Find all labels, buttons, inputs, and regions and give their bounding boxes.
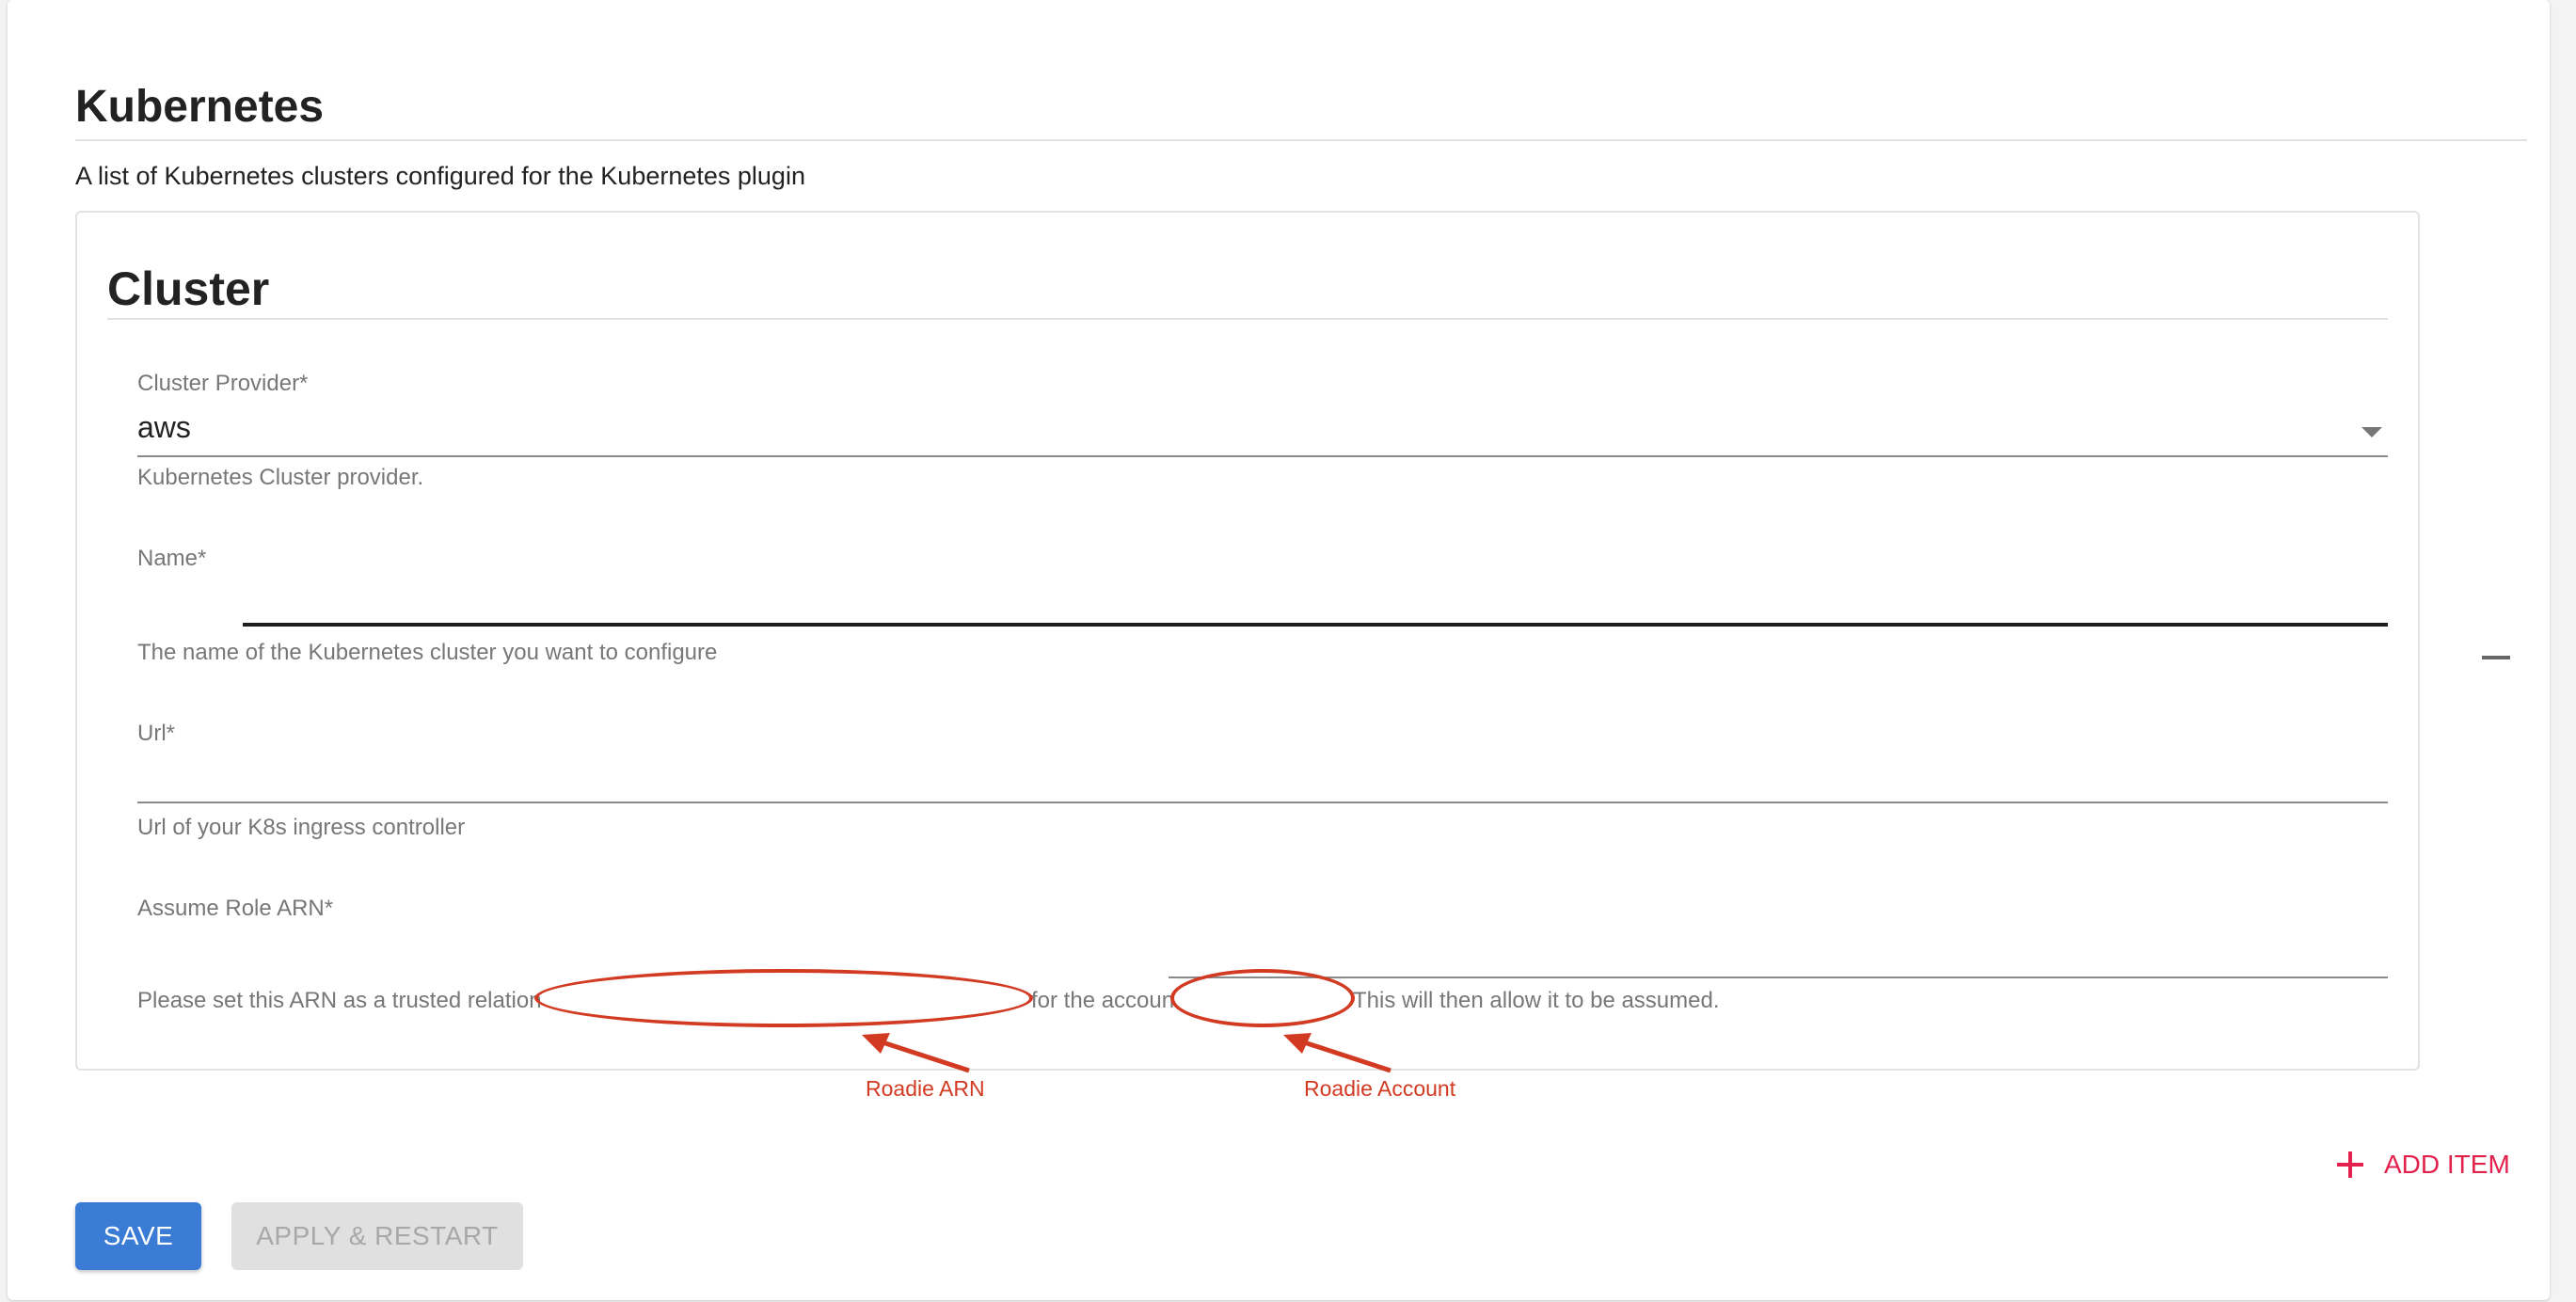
cluster-provider-help: Kubernetes Cluster provider. bbox=[137, 465, 424, 490]
name-input[interactable] bbox=[243, 589, 2388, 627]
apply-restart-button[interactable]: APPLY & RESTART bbox=[231, 1202, 523, 1270]
save-button[interactable]: SAVE bbox=[75, 1202, 201, 1270]
add-item-label: ADD ITEM bbox=[2384, 1150, 2510, 1179]
add-item-button[interactable]: ADD ITEM bbox=[2337, 1144, 2510, 1185]
url-label: Url* bbox=[137, 721, 175, 746]
cluster-card: Cluster Cluster Provider* aws Kubernetes… bbox=[75, 211, 2420, 1071]
roadie-arn-label: Roadie ARN bbox=[866, 1076, 985, 1101]
cluster-provider-label: Cluster Provider* bbox=[137, 371, 309, 396]
config-panel: Kubernetes A list of Kubernetes clusters… bbox=[8, 0, 2550, 1300]
section-title: Kubernetes bbox=[75, 82, 325, 132]
name-label: Name* bbox=[137, 546, 207, 571]
roadie-account-highlight bbox=[1170, 969, 1355, 1027]
cluster-provider-underline bbox=[137, 455, 2388, 457]
assume-role-arn-label: Assume Role ARN* bbox=[137, 896, 334, 921]
card-divider bbox=[107, 318, 2388, 320]
roadie-arn-highlight bbox=[534, 969, 1033, 1027]
minus-icon[interactable] bbox=[2482, 643, 2510, 672]
url-input[interactable] bbox=[137, 766, 2388, 803]
cluster-provider-select[interactable]: aws bbox=[137, 410, 191, 445]
name-help: The name of the Kubernetes cluster you w… bbox=[137, 640, 718, 665]
section-divider bbox=[75, 139, 2527, 141]
url-help: Url of your K8s ingress controller bbox=[137, 815, 466, 840]
assume-role-arn-help-part3: This will then allow it to be assumed. bbox=[1353, 988, 1720, 1013]
assume-role-arn-input[interactable] bbox=[1169, 941, 2388, 978]
caret-down-icon[interactable] bbox=[2361, 427, 2382, 437]
card-title: Cluster bbox=[107, 262, 270, 315]
roadie-account-label: Roadie Account bbox=[1304, 1076, 1456, 1101]
assume-role-arn-help-part2: for the accoun bbox=[1031, 988, 1175, 1013]
assume-role-arn-help-part1: Please set this ARN as a trusted relatio… bbox=[137, 988, 542, 1013]
plus-icon bbox=[2337, 1151, 2363, 1178]
section-description: A list of Kubernetes clusters configured… bbox=[75, 162, 805, 190]
